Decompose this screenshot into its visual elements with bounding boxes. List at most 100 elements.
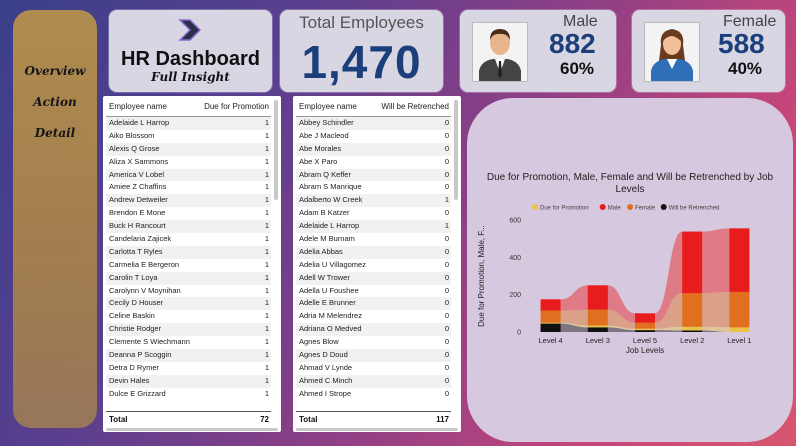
x-tick-label: Level 1 xyxy=(727,336,751,345)
table-row[interactable]: Adella U Foushee 0 xyxy=(296,285,451,298)
value-cell: 0 xyxy=(444,169,449,179)
table-row[interactable]: Adria M Melendrez 0 xyxy=(296,310,451,323)
table-row[interactable]: America V Lobel 1 xyxy=(106,168,271,182)
table-row[interactable]: Carlotta T Ryles 1 xyxy=(106,245,271,259)
table-row[interactable]: Carolin T Loya 1 xyxy=(106,271,271,285)
page-title: HR Dashboard xyxy=(121,48,260,70)
horizontal-scrollbar[interactable] xyxy=(106,428,278,431)
female-person-icon xyxy=(651,29,693,81)
y-tick-label: 600 xyxy=(509,218,521,225)
employee-name-cell: Candelaria Zajicek xyxy=(109,234,172,244)
female-percent: 40% xyxy=(728,59,763,78)
table-row[interactable]: Candelaria Zajicek 1 xyxy=(106,233,271,246)
employee-name-cell: Celine Baskin xyxy=(109,311,155,321)
table-row[interactable]: Adriana O Medved 0 xyxy=(296,323,451,337)
employee-name-cell: Adria M Melendrez xyxy=(299,311,362,321)
table-row[interactable]: Adelle E Brunner 0 xyxy=(296,297,451,311)
bar-male xyxy=(682,231,703,294)
table-row[interactable]: Carolynn V Moynihan 1 xyxy=(106,285,271,298)
value-cell: 0 xyxy=(444,208,449,218)
y-tick-label: 0 xyxy=(517,330,521,337)
table-row[interactable]: Adelia Abbas 0 xyxy=(296,245,451,259)
total-value: 117 xyxy=(436,415,449,424)
x-tick-label: Level 3 xyxy=(586,336,610,345)
table-row[interactable]: Ahmed I Strope 0 xyxy=(296,388,451,401)
table-row[interactable]: Dulce E Grizzard 1 xyxy=(106,388,271,401)
table-row[interactable]: Adell W Trower 0 xyxy=(296,271,451,285)
table-row[interactable]: Abbey Schindler 0 xyxy=(296,117,451,130)
table-row[interactable]: Deanna P Scoggin 1 xyxy=(106,349,271,362)
table-row[interactable]: Aiko Blossom 1 xyxy=(106,130,271,143)
employee-name-cell: Abe J Macleod xyxy=(299,130,349,140)
nav-overview[interactable]: Overview xyxy=(13,64,97,78)
table-row[interactable]: Agnes D Doud 0 xyxy=(296,349,451,362)
employee-name-cell: Adelia U Villagomez xyxy=(299,259,366,269)
value-cell: 1 xyxy=(264,156,269,166)
nav-detail[interactable]: Detail xyxy=(13,126,97,140)
vertical-scrollbar[interactable] xyxy=(274,100,278,200)
horizontal-scrollbar[interactable] xyxy=(296,428,458,431)
value-cell: 1 xyxy=(264,337,269,347)
table-row[interactable]: Cecily D Houser 1 xyxy=(106,297,271,311)
value-cell: 1 xyxy=(264,246,269,256)
table-row[interactable]: Abe X Paro 0 xyxy=(296,156,451,169)
table-row[interactable]: Clemente S Wiechmann 1 xyxy=(106,336,271,349)
table-row[interactable]: Brendon E Mone 1 xyxy=(106,207,271,220)
value-cell: 1 xyxy=(264,375,269,385)
employee-name-cell: Devin Hales xyxy=(109,375,150,385)
retrenchment-table: Employee name Will be Retrenched Abbey S… xyxy=(293,96,461,432)
value-cell: 1 xyxy=(264,272,269,282)
chevron-right-icon[interactable] xyxy=(176,18,204,42)
table-row[interactable]: Alexis Q Grose 1 xyxy=(106,142,271,156)
table-row[interactable]: Adalberto W Creek 1 xyxy=(296,194,451,208)
column-header-name[interactable]: Employee name xyxy=(299,102,357,111)
table-row[interactable]: Celine Baskin 1 xyxy=(106,310,271,323)
table-row[interactable]: Adele M Burnam 0 xyxy=(296,233,451,246)
table-row[interactable]: Adelia U Villagomez 0 xyxy=(296,259,451,272)
female-count: 588 xyxy=(718,28,765,59)
legend-marker xyxy=(627,204,634,210)
table-row[interactable]: Aliza X Sammons 1 xyxy=(106,156,271,169)
value-cell: 1 xyxy=(264,143,269,153)
table-row[interactable]: Adelaide L Harrop 1 xyxy=(106,117,271,130)
page-subtitle: Full Insight xyxy=(151,70,230,84)
column-header-promotion[interactable]: Due for Promotion xyxy=(204,102,269,111)
y-tick-label: 200 xyxy=(509,292,521,299)
employee-name-cell: Andrew Detweiler xyxy=(109,195,168,205)
value-cell: 1 xyxy=(264,362,269,372)
employee-name-cell: Carmelia E Bergeron xyxy=(109,259,180,269)
table-row[interactable]: Adelaide L Harrop 1 xyxy=(296,220,451,234)
bar-will-be-retrenched xyxy=(635,330,655,332)
column-header-retrenched[interactable]: Will be Retrenched xyxy=(381,102,449,111)
table-row[interactable]: Abram Q Keffer 0 xyxy=(296,168,451,182)
employee-name-cell: Aliza X Sammons xyxy=(109,156,169,166)
table-row[interactable]: Devin Hales 1 xyxy=(106,374,271,388)
table-row[interactable]: Ahmed C Minch 0 xyxy=(296,374,451,388)
table-row[interactable]: Abe J Macleod 0 xyxy=(296,130,451,143)
legend-label: Due for Promotion xyxy=(540,206,589,212)
table-row[interactable]: Andrew Detweiler 1 xyxy=(106,194,271,208)
bar-due-for-promotion xyxy=(729,327,750,332)
table-row[interactable]: Abram S Manrique 0 xyxy=(296,181,451,194)
table-row[interactable]: Adam B Katzer 0 xyxy=(296,207,451,220)
y-axis-label: Due for Promotion, Male, F... xyxy=(477,225,486,327)
total-employees-label: Total Employees xyxy=(299,13,424,32)
table-row[interactable]: Amiee Z Chaffins 1 xyxy=(106,181,271,194)
table-row[interactable]: Christie Rodger 1 xyxy=(106,323,271,337)
x-axis-label: Job Levels xyxy=(626,346,664,355)
value-cell: 1 xyxy=(264,234,269,244)
bar-male xyxy=(587,285,608,310)
table-row[interactable]: Detra D Rymer 1 xyxy=(106,362,271,375)
value-cell: 1 xyxy=(264,182,269,192)
value-cell: 1 xyxy=(264,169,269,179)
table-row[interactable]: Abe Morales 0 xyxy=(296,142,451,156)
table-row[interactable]: Carmelia E Bergeron 1 xyxy=(106,259,271,272)
nav-action[interactable]: Action xyxy=(13,95,97,109)
table-total-row: Total 72 xyxy=(106,411,271,426)
vertical-scrollbar[interactable] xyxy=(454,100,458,200)
table-row[interactable]: Ahmad V Lynde 0 xyxy=(296,362,451,375)
table-row[interactable]: Agnes Blow 0 xyxy=(296,336,451,349)
table-header: Employee name Will be Retrenched xyxy=(296,96,451,117)
table-row[interactable]: Buck H Rancourt 1 xyxy=(106,220,271,234)
column-header-name[interactable]: Employee name xyxy=(109,102,167,111)
